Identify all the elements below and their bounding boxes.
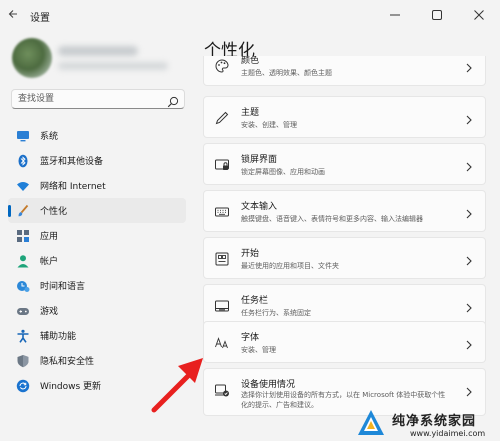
pen-icon (214, 110, 230, 126)
gamepad-icon (16, 304, 30, 318)
window-title: 设置 (30, 13, 50, 24)
setting-fonts[interactable]: 字体 安装、管理 (203, 321, 486, 363)
sidebar-item-system[interactable]: 系统 (8, 123, 186, 148)
bluetooth-icon (16, 154, 30, 168)
windows-update-icon (16, 379, 30, 393)
setting-title: 字体 (241, 333, 260, 343)
wifi-icon (16, 179, 30, 193)
red-arrow-annotation (151, 358, 203, 413)
setting-description: 安装、管理 (241, 346, 276, 354)
shield-icon (16, 354, 30, 368)
active-indicator (8, 205, 11, 217)
setting-taskbar[interactable]: 任务栏 任务栏行为、系统固定 (203, 284, 486, 326)
sidebar-item-label: 辅助功能 (40, 332, 77, 342)
search-box[interactable] (11, 89, 185, 109)
setting-lock-screen[interactable]: 锁屏界面 锁定屏幕图像、应用和动画 (203, 143, 486, 185)
chevron-right-icon (465, 252, 473, 266)
setting-text-input[interactable]: 文本输入 触摸键盘、语音键入、表情符号和更多内容、输入法编辑器 (203, 190, 486, 232)
sidebar-item-label: 系统 (40, 132, 59, 142)
chevron-right-icon (465, 299, 473, 313)
device-usage-icon (214, 382, 230, 398)
chevron-right-icon (465, 111, 473, 125)
sidebar-item-personalization[interactable]: 个性化 (8, 198, 186, 223)
brush-icon (16, 204, 30, 218)
font-icon (214, 335, 230, 351)
sidebar-item-label: 隐私和安全性 (40, 357, 95, 367)
user-profile[interactable] (12, 38, 192, 78)
sidebar-item-label: 网络和 Internet (40, 182, 106, 192)
chevron-right-icon (465, 336, 473, 350)
setting-description: 安装、创建、管理 (241, 121, 297, 129)
accessibility-icon (16, 329, 30, 343)
sidebar-item-accessibility[interactable]: 辅助功能 (8, 323, 186, 348)
setting-themes[interactable]: 主题 安装、创建、管理 (203, 96, 486, 138)
setting-title: 主题 (241, 108, 260, 118)
watermark-logo-icon (358, 410, 384, 435)
close-button[interactable] (458, 0, 500, 30)
taskbar-icon (214, 298, 230, 314)
sidebar-item-label: 帐户 (40, 257, 59, 267)
sidebar-item-label: Windows 更新 (40, 382, 102, 392)
chevron-right-icon (465, 158, 473, 172)
sidebar-item-label: 个性化 (40, 207, 68, 217)
chevron-right-icon (465, 59, 473, 73)
setting-title: 任务栏 (241, 296, 269, 306)
watermark-title: 纯净系统家园 (392, 414, 477, 429)
window-controls (374, 0, 500, 30)
sidebar-item-label: 应用 (40, 232, 59, 242)
setting-description: 锁定屏幕图像、应用和动画 (241, 168, 325, 176)
watermark: 纯净系统家园 www.yidaimei.com (352, 402, 500, 441)
clock-globe-icon (16, 279, 30, 293)
search-input[interactable] (18, 92, 158, 106)
setting-description: 主题色、透明效果、颜色主题 (241, 69, 332, 77)
setting-title: 文本输入 (241, 202, 278, 212)
sidebar-item-label: 蓝牙和其他设备 (40, 157, 104, 167)
back-arrow-icon[interactable] (6, 8, 20, 22)
avatar (12, 38, 52, 78)
maximize-button[interactable] (416, 0, 458, 30)
person-icon (16, 254, 30, 268)
sidebar-item-gaming[interactable]: 游戏 (8, 298, 186, 323)
title-bar: 设置 (0, 0, 500, 30)
maximize-icon (432, 10, 442, 20)
apps-icon (16, 229, 30, 243)
lock-screen-icon (214, 157, 230, 173)
keyboard-icon (214, 204, 230, 220)
palette-icon (214, 58, 230, 74)
sidebar-item-time-language[interactable]: 时间和语言 (8, 273, 186, 298)
search-icon[interactable] (167, 93, 179, 108)
monitor-icon (16, 129, 30, 143)
user-email-blurred (58, 62, 168, 70)
sidebar-item-label: 游戏 (40, 307, 59, 317)
sidebar-item-label: 时间和语言 (40, 282, 86, 292)
setting-title: 锁屏界面 (241, 155, 278, 165)
settings-list: 颜色 主题色、透明效果、颜色主题 主题 安装、创建、管理 锁屏界面 锁定屏幕图像… (203, 56, 486, 441)
minimize-icon (390, 14, 400, 16)
setting-start[interactable]: 开始 最近使用的应用和项目、文件夹 (203, 237, 486, 279)
setting-title: 颜色 (241, 56, 260, 66)
setting-title: 设备使用情况 (241, 380, 296, 390)
chevron-right-icon (465, 383, 473, 397)
chevron-right-icon (465, 205, 473, 219)
sidebar-item-apps[interactable]: 应用 (8, 223, 186, 248)
setting-description: 任务栏行为、系统固定 (241, 309, 311, 317)
watermark-url: www.yidaimei.com (410, 429, 486, 438)
sidebar-item-bluetooth[interactable]: 蓝牙和其他设备 (8, 148, 186, 173)
setting-description: 最近使用的应用和项目、文件夹 (241, 262, 339, 270)
setting-title: 开始 (241, 249, 260, 259)
user-name-blurred (58, 46, 138, 56)
minimize-button[interactable] (374, 0, 416, 30)
close-icon (474, 10, 484, 20)
sidebar-item-network[interactable]: 网络和 Internet (8, 173, 186, 198)
setting-colors[interactable]: 颜色 主题色、透明效果、颜色主题 (203, 56, 486, 86)
setting-description: 触摸键盘、语音键入、表情符号和更多内容、输入法编辑器 (241, 215, 423, 223)
sidebar-item-accounts[interactable]: 帐户 (8, 248, 186, 273)
start-icon (214, 251, 230, 267)
